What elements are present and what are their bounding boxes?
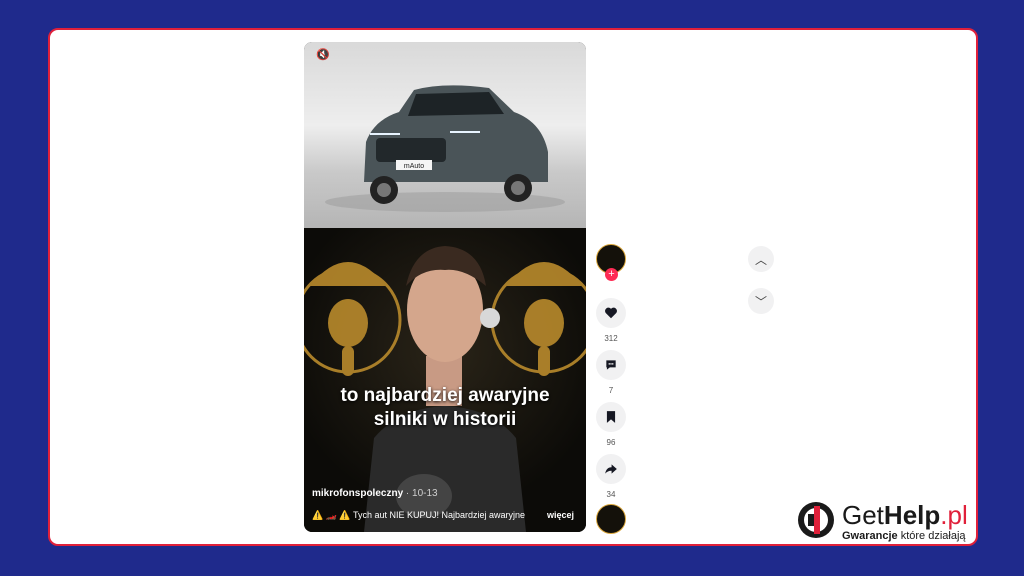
gethelp-logo: GetHelp.pl Gwarancje które działają	[796, 498, 976, 544]
heart-icon	[605, 307, 617, 319]
logo-word-suffix: .pl	[940, 500, 968, 530]
more-link[interactable]: więcej	[547, 510, 574, 520]
like-item[interactable]: 312	[596, 298, 626, 343]
chevron-up-icon: ︿	[754, 252, 767, 267]
tagline-bold: Gwarancje	[842, 530, 898, 542]
logo-word-prefix: Get	[842, 500, 884, 530]
video-description: ⚠️ 🏎️ ⚠️ Tych aut NIE KUPUJ! Najbardziej…	[312, 510, 574, 521]
previous-video-button[interactable]: ︿	[748, 246, 774, 272]
speaker-panel: to najbardziej awaryjne silniki w histor…	[304, 228, 586, 532]
description-text: ⚠️ 🏎️ ⚠️ Tych aut NIE KUPUJ! Najbardziej…	[312, 510, 526, 520]
save-button[interactable]	[596, 402, 626, 432]
chevron-down-icon: ﹀	[754, 294, 767, 309]
comment-item[interactable]: 7	[596, 350, 626, 395]
logo-tagline: Gwarancje które działają	[842, 530, 966, 542]
car-plate-text: mAuto	[404, 163, 424, 170]
logo-wordmark: GetHelp.pl	[842, 500, 968, 531]
like-count: 312	[604, 334, 618, 343]
video-player[interactable]: 🔇 mAuto to najbardziej awaryjne silniki …	[304, 42, 586, 532]
logo-word-bold: Help	[883, 500, 941, 530]
music-disc-item[interactable]	[596, 504, 626, 534]
tagline-rest: które działają	[897, 530, 966, 542]
share-count: 34	[606, 490, 616, 499]
follow-plus-icon[interactable]: +	[605, 268, 618, 281]
gethelp-logo-mark-icon	[798, 502, 834, 538]
save-count: 96	[606, 438, 616, 447]
author-username[interactable]: mikrofonspoleczny	[312, 488, 403, 499]
bookmark-icon	[606, 411, 616, 423]
video-meta: mikrofonspoleczny · 10-13	[312, 488, 438, 499]
comment-count: 7	[608, 386, 614, 395]
mute-icon[interactable]: 🔇	[316, 48, 330, 61]
next-video-button[interactable]: ﹀	[748, 288, 774, 314]
author-avatar-item[interactable]: +	[596, 244, 626, 281]
car-image-panel: 🔇 mAuto	[304, 42, 586, 228]
share-item[interactable]: 34	[596, 454, 626, 499]
video-caption: to najbardziej awaryjne silniki w histor…	[340, 385, 550, 430]
car-image: mAuto	[325, 85, 565, 212]
post-date: · 10-13	[405, 488, 438, 499]
music-disc-icon[interactable]	[596, 504, 626, 534]
like-button[interactable]	[596, 298, 626, 328]
share-icon	[605, 464, 617, 474]
share-button[interactable]	[596, 454, 626, 484]
comment-icon	[606, 360, 616, 370]
speaker-image	[304, 246, 586, 532]
comment-button[interactable]	[596, 350, 626, 380]
save-item[interactable]: 96	[596, 402, 626, 447]
content-frame: 🔇 mAuto to najbardziej awaryjne silniki …	[48, 28, 978, 546]
